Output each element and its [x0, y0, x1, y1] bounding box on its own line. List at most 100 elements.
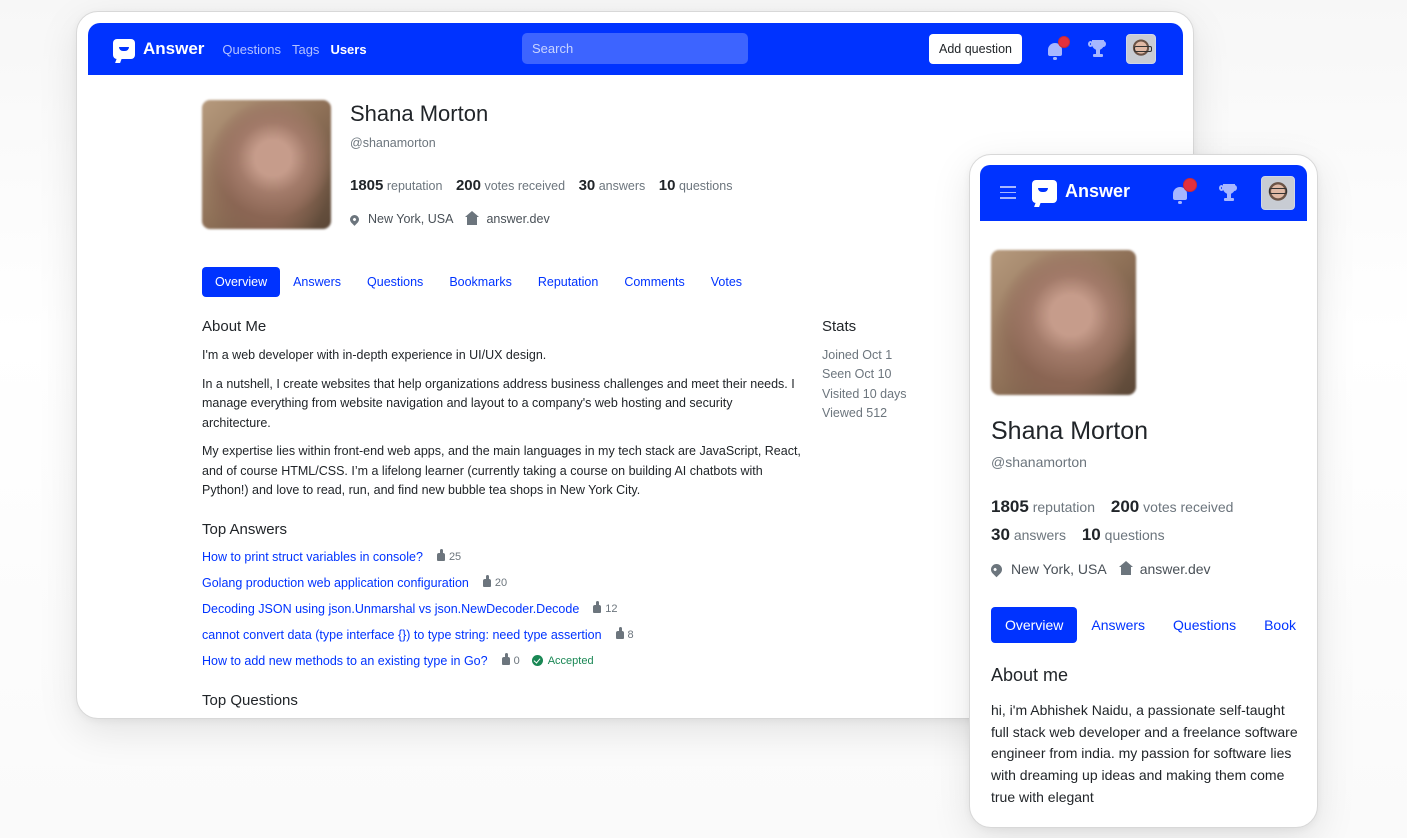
answer-item: How to add new methods to an existing ty… [202, 648, 802, 674]
profile-tabs: Overview Answers Questions Bookmarks Rep… [202, 267, 755, 297]
about-heading: About Me [202, 318, 267, 335]
trophy-icon[interactable] [1219, 183, 1238, 203]
stat-joined: Joined Oct 1 [822, 348, 893, 362]
answer-link[interactable]: Decoding JSON using json.Unmarshal vs js… [202, 596, 579, 622]
about-text: hi, i'm Abhishek Naidu, a passionate sel… [991, 702, 1298, 805]
about-paragraph: I'm a web developer with in-depth experi… [202, 348, 547, 362]
stat-viewed: Viewed 512 [822, 405, 888, 420]
bell-icon[interactable] [1046, 36, 1070, 60]
stat-visited: Visited 10 days [822, 386, 907, 401]
add-question-button[interactable]: Add question [929, 34, 1022, 64]
thumbs-up-icon [593, 600, 602, 613]
stat-reputation: 1805 reputation [350, 177, 443, 194]
profile-name: Shana Morton [350, 101, 489, 126]
profile-tabs: Overview Answers Questions Book [991, 607, 1311, 643]
vote-count: 8 [615, 622, 634, 648]
tab-bookmarks[interactable]: Book [1250, 607, 1310, 643]
home-icon [465, 210, 480, 225]
top-navbar: Answer Questions Tags Users Search Add q… [88, 23, 1183, 75]
mobile-profile: Shana Morton @shanamorton 1805 reputatio… [988, 250, 1311, 809]
profile-stats: 1805 reputation 200 votes received 30 an… [991, 493, 1311, 549]
vote-count: 20 [482, 570, 507, 596]
tab-comments[interactable]: Comments [611, 267, 697, 297]
tab-reputation[interactable]: Reputation [525, 267, 611, 297]
bell-icon[interactable] [1171, 178, 1197, 204]
profile-meta: New York, USA answer.dev [988, 560, 1311, 577]
nav-link-tags[interactable]: Tags [292, 42, 319, 57]
answer-logo-icon [1032, 180, 1057, 203]
tab-questions[interactable]: Questions [1159, 607, 1250, 643]
answer-item: Golang production web application config… [202, 570, 802, 596]
vote-count: 12 [593, 596, 618, 622]
profile-website-link[interactable]: answer.dev [1140, 561, 1211, 577]
hamburger-menu-icon[interactable] [1000, 186, 1016, 199]
stat-seen: Seen Oct 10 [822, 367, 892, 382]
answer-item: How to print struct variables in console… [202, 544, 802, 570]
stat-votes: 200 votes received [455, 177, 566, 194]
thumbs-up-icon [482, 574, 491, 587]
tab-bookmarks[interactable]: Bookmarks [436, 267, 525, 297]
trophy-icon[interactable] [1088, 39, 1107, 59]
notification-badge [1058, 36, 1070, 48]
answer-item: cannot convert data (type interface {}) … [202, 622, 802, 648]
location-pin-icon [988, 561, 1005, 577]
thumbs-up-icon [436, 548, 445, 561]
user-avatar[interactable] [1261, 176, 1295, 210]
stats-heading: Stats [822, 318, 857, 335]
tab-answers[interactable]: Answers [280, 267, 354, 297]
location-pin-icon [348, 212, 361, 226]
nav-link-questions[interactable]: Questions [222, 42, 281, 57]
tab-votes[interactable]: Votes [698, 267, 755, 297]
profile-name: Shana Morton [991, 417, 1149, 445]
stat-votes: 200 votes received [1110, 497, 1234, 516]
profile-website-link[interactable]: answer.dev [486, 212, 549, 226]
brand-logo[interactable]: Answer [1032, 180, 1130, 203]
mobile-window: Answer Shana Morton @shanamorton 1805 re… [969, 154, 1318, 828]
tab-overview[interactable]: Overview [202, 267, 281, 297]
profile-handle: @shanamorton [991, 454, 1087, 470]
vote-count: 0 [501, 648, 520, 674]
thumbs-up-icon [501, 652, 510, 665]
top-answers-list: How to print struct variables in console… [202, 544, 802, 674]
top-questions-heading: Top Questions [202, 691, 298, 709]
search-input[interactable]: Search [522, 33, 748, 64]
brand-name: Answer [1065, 181, 1131, 201]
profile-stats: 1805 reputation 200 votes received 30 an… [350, 177, 742, 194]
home-icon [1118, 560, 1133, 575]
profile-location: New York, USA [1011, 561, 1107, 577]
tab-answers[interactable]: Answers [1077, 607, 1159, 643]
stat-answers: 30 answers [991, 525, 1066, 544]
profile-photo [991, 250, 1136, 395]
profile-location: New York, USA [368, 212, 454, 226]
top-answers-heading: Top Answers [202, 520, 288, 538]
notification-badge [1183, 178, 1197, 192]
user-avatar[interactable] [1126, 34, 1156, 64]
profile-photo [202, 100, 331, 229]
check-circle-icon [531, 655, 543, 666]
brand-name: Answer [143, 39, 205, 58]
tab-questions[interactable]: Questions [354, 267, 436, 297]
stats-panel: Stats Joined Oct 1 Seen Oct 10 Visited 1… [822, 318, 907, 423]
brand-logo[interactable]: Answer [113, 39, 204, 59]
profile-meta: New York, USA answer.dev [348, 210, 550, 226]
answer-logo-icon [113, 39, 135, 59]
nav-link-users[interactable]: Users [330, 42, 366, 57]
stat-answers: 30 answers [578, 177, 646, 194]
stat-questions: 10 questions [658, 177, 733, 194]
mobile-navbar: Answer [980, 165, 1307, 221]
answer-link[interactable]: How to add new methods to an existing ty… [202, 648, 488, 674]
tab-overview[interactable]: Overview [991, 607, 1078, 643]
main-column: About Me I'm a web developer with in-dep… [202, 318, 802, 718]
answer-link[interactable]: Golang production web application config… [202, 570, 469, 596]
about-heading: About me [991, 665, 1069, 685]
thumbs-up-icon [615, 626, 624, 639]
accepted-badge: Accepted [531, 648, 594, 674]
stat-reputation: 1805 reputation [991, 497, 1095, 516]
profile-handle: @shanamorton [350, 136, 436, 150]
answer-item: Decoding JSON using json.Unmarshal vs js… [202, 596, 802, 622]
answer-link[interactable]: cannot convert data (type interface {}) … [202, 622, 602, 648]
about-paragraph: My expertise lies within front-end web a… [202, 444, 801, 497]
stat-questions: 10 questions [1081, 525, 1165, 544]
answer-link[interactable]: How to print struct variables in console… [202, 544, 423, 570]
vote-count: 25 [436, 544, 461, 570]
